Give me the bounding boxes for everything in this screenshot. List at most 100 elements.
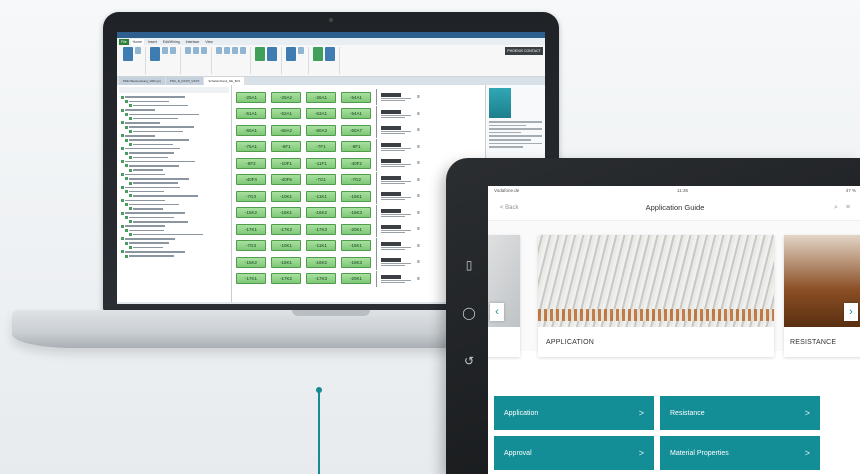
ribbon-tab-home[interactable]: Home — [130, 38, 144, 45]
rule-icon: ≡ — [417, 160, 420, 167]
row-label-block — [381, 142, 411, 151]
ribbon-tab-view[interactable]: View — [203, 39, 215, 45]
terminal-marker[interactable]: -15K1 — [341, 240, 371, 252]
terminal-marker[interactable]: -17K3 — [306, 273, 336, 285]
row-separator — [376, 122, 377, 139]
terminal-marker[interactable]: -11K1 — [306, 240, 336, 252]
terminal-marker[interactable]: -16K2 — [306, 256, 336, 268]
terminal-marker[interactable]: -8F2 — [236, 157, 266, 169]
rule-icon: ≡ — [417, 242, 420, 249]
terminal-marker[interactable]: -40F4 — [236, 174, 266, 186]
terminal-marker[interactable]: -7G3 — [236, 190, 266, 202]
cut-icon[interactable] — [135, 47, 141, 54]
width-icon[interactable] — [201, 47, 207, 54]
align-3-icon[interactable] — [232, 47, 238, 54]
carousel-card-application[interactable]: APPLICATION — [538, 235, 774, 357]
terminal-marker[interactable]: -52A1 — [271, 108, 301, 120]
terminal-marker[interactable]: -17K1 — [236, 273, 266, 285]
carousel-card-resistance[interactable]: RESISTANCE — [784, 235, 860, 357]
ribbon-tab-file[interactable]: File — [119, 38, 129, 45]
terminal-marker[interactable]: -11F1 — [306, 157, 336, 169]
carousel-next-button[interactable]: › — [844, 303, 858, 321]
tree-node[interactable] — [119, 254, 229, 258]
terminal-marker[interactable]: -15K2 — [236, 207, 266, 219]
ribbon-tab-edit[interactable]: Edit/Wiring — [161, 39, 182, 45]
terminal-marker[interactable]: -54A1 — [341, 91, 371, 103]
terminal-marker[interactable]: -26A1 — [306, 91, 336, 103]
terminal-marker[interactable]: -8F1 — [341, 141, 371, 153]
back-icon[interactable]: ↺ — [464, 354, 474, 368]
insert-icon[interactable] — [150, 47, 160, 61]
terminal-marker[interactable]: -5F1 — [271, 141, 301, 153]
terminal-marker[interactable]: -11K1 — [306, 190, 336, 202]
terminal-marker[interactable]: -7G2 — [341, 174, 371, 186]
align-4-icon[interactable] — [240, 47, 246, 54]
carousel-prev-button[interactable]: ‹ — [490, 303, 504, 321]
terminal-marker[interactable]: -54A1 — [341, 108, 371, 120]
terminal-marker[interactable]: -10F1 — [271, 157, 301, 169]
quantity-icon[interactable] — [298, 47, 304, 54]
terminal-marker[interactable]: -16K1 — [271, 256, 301, 268]
terminal-marker[interactable]: -40F2 — [341, 157, 371, 169]
carousel-card-prev[interactable] — [488, 235, 520, 357]
terminal-marker[interactable]: -17K2 — [271, 223, 301, 235]
copy-icon[interactable] — [162, 47, 168, 54]
thickness-icon[interactable] — [193, 47, 199, 54]
align-icon[interactable] — [216, 47, 222, 54]
terminal-marker[interactable]: -17K1 — [236, 223, 266, 235]
tile-label: Resistance — [670, 409, 705, 417]
row-label-block — [381, 159, 411, 168]
terminal-marker[interactable]: -17K2 — [271, 273, 301, 285]
terminal-marker[interactable]: -15K2 — [236, 256, 266, 268]
terminal-marker[interactable]: -25A1 — [236, 91, 266, 103]
home-icon[interactable]: ◯ — [462, 306, 475, 320]
tile-material-properties[interactable]: Material Properties > — [660, 436, 820, 470]
spacing-icon[interactable] — [185, 47, 191, 54]
terminal-marker[interactable]: -25A2 — [271, 91, 301, 103]
doc-tab-cabinet[interactable]: Schaltschrank_DE_BV1 — [204, 77, 245, 85]
terminal-marker[interactable]: -51A1 — [236, 108, 266, 120]
terminal-marker[interactable]: -7G1 — [306, 174, 336, 186]
ribbon-tab-insert[interactable]: Insert — [146, 39, 159, 45]
terminal-marker[interactable]: -16K2 — [306, 207, 336, 219]
row-separator — [376, 138, 377, 155]
terminal-marker[interactable]: -75A1 — [236, 141, 266, 153]
label-icon[interactable] — [286, 47, 296, 61]
terminal-marker[interactable]: -16K3 — [341, 256, 371, 268]
terminal-marker[interactable]: -7G3 — [236, 240, 266, 252]
recent-apps-icon[interactable]: ▯ — [466, 258, 473, 272]
align-2-icon[interactable] — [224, 47, 230, 54]
terminal-marker[interactable]: -60A3 — [306, 124, 336, 136]
terminal-marker[interactable]: -20K1 — [341, 223, 371, 235]
tile-application[interactable]: Application > — [494, 396, 654, 430]
terminal-marker[interactable]: -60A1 — [236, 124, 266, 136]
terminal-marker[interactable]: -10K1 — [271, 190, 301, 202]
rule-icon: ≡ — [417, 176, 420, 183]
terminal-marker[interactable]: -15K1 — [341, 190, 371, 202]
tree-toolbar[interactable] — [119, 87, 229, 93]
product-thumbnail[interactable] — [489, 88, 511, 118]
image-carousel: APPLICATION RESISTANCE ‹ › — [488, 221, 860, 357]
terminal-marker[interactable]: -53A1 — [306, 108, 336, 120]
terminal-marker[interactable]: -17K3 — [306, 223, 336, 235]
terminal-marker[interactable]: -20K1 — [341, 273, 371, 285]
terminals-icon[interactable] — [313, 47, 323, 61]
terminal-marker[interactable]: -16K1 — [271, 207, 301, 219]
terminal-marker[interactable]: -16K3 — [341, 207, 371, 219]
paste-icon[interactable] — [123, 47, 133, 61]
doc-tab-device[interactable]: PNC_D_DXXX_VXXX — [165, 77, 204, 85]
terminal-marker[interactable]: -60A7 — [341, 124, 371, 136]
ribbon-tab-interface[interactable]: Interface — [184, 39, 202, 45]
terminal-marker[interactable]: -40F6 — [271, 174, 301, 186]
rule-icon: ≡ — [417, 143, 420, 150]
change-material-icon[interactable] — [255, 47, 265, 61]
terminal-marker[interactable]: -60A2 — [271, 124, 301, 136]
tile-resistance[interactable]: Resistance > — [660, 396, 820, 430]
tile-approval[interactable]: Approval > — [494, 436, 654, 470]
doc-tab-project[interactable]: PMC Bestueckung_V08.nprj — [119, 77, 165, 85]
terminal-marker[interactable]: -10K1 — [271, 240, 301, 252]
export-icon[interactable] — [325, 47, 335, 61]
format-icon[interactable] — [170, 47, 176, 54]
marking-icon[interactable] — [267, 47, 277, 61]
terminal-marker[interactable]: -7F1 — [306, 141, 336, 153]
